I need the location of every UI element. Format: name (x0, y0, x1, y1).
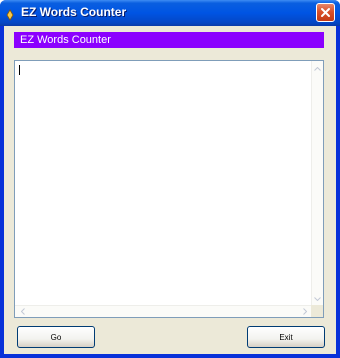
exit-button[interactable]: Exit (247, 326, 325, 348)
text-caret (19, 65, 20, 75)
chevron-down-icon[interactable] (312, 293, 323, 304)
close-button[interactable] (316, 3, 335, 22)
scrollbar-corner (311, 305, 323, 317)
window-title: EZ Words Counter (21, 5, 127, 19)
chevron-right-icon[interactable] (299, 306, 310, 317)
app-window: EZ Words Counter EZ Words Counter Go Exi… (0, 0, 340, 358)
vertical-scrollbar[interactable] (311, 61, 323, 306)
close-icon (321, 8, 330, 17)
chevron-up-icon[interactable] (312, 63, 323, 74)
text-input-area[interactable] (14, 60, 324, 318)
app-icon (5, 6, 15, 21)
chevron-left-icon[interactable] (17, 306, 28, 317)
header-banner: EZ Words Counter (14, 32, 324, 48)
go-button[interactable]: Go (17, 326, 95, 348)
horizontal-scrollbar[interactable] (15, 305, 312, 317)
title-bar[interactable]: EZ Words Counter (0, 0, 340, 26)
